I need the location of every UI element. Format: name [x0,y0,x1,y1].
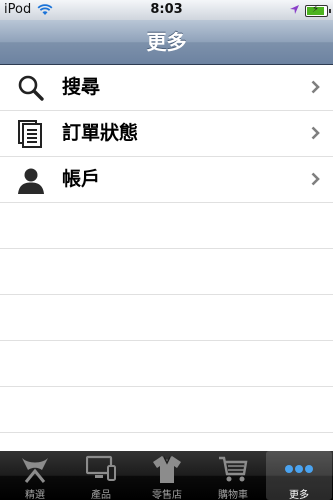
menu-item-account[interactable]: 帳戶 [0,157,333,203]
featured-icon [22,458,48,483]
tab-label: 精選 [25,490,45,501]
chevron-right-icon [311,172,320,186]
chevron-right-icon [311,126,320,140]
tab-label: 更多 [289,490,309,501]
page-title: 更多 [146,30,187,54]
status-time: 8:03 [150,2,183,17]
tab-retail-store[interactable]: 零售店 [134,451,200,501]
empty-row [0,387,333,433]
menu-item-label: 帳戶 [62,168,101,190]
cart-icon [219,456,248,482]
status-bar: iPod 8:03 ⚡ [0,0,333,20]
tab-products[interactable]: 產品 [68,451,134,501]
menu-item-search[interactable]: 搜尋 [0,65,333,111]
documents-icon [18,120,42,148]
battery-icon: ⚡ [305,4,331,17]
menu-item-label: 訂單狀態 [62,122,139,144]
empty-row [0,295,333,341]
devices-icon [86,455,116,481]
shirt-icon [153,456,181,483]
chevron-right-icon [311,80,320,94]
charging-icon: ⚡ [312,4,320,15]
more-menu-list: 搜尋 訂單狀態 帳戶 [0,65,333,203]
search-icon [18,75,44,101]
navigation-bar: 更多 [0,20,333,65]
tab-label: 購物車 [218,490,248,501]
menu-item-label: 搜尋 [62,76,101,98]
person-icon [18,168,44,194]
tab-more[interactable]: 更多 [266,451,332,501]
tab-label: 產品 [91,490,111,501]
location-arrow-icon [290,5,299,14]
empty-row [0,203,333,249]
tab-featured[interactable]: 精選 [2,451,68,501]
empty-row [0,341,333,387]
empty-row [0,249,333,295]
tab-label: 零售店 [152,490,182,501]
more-icon [285,465,313,473]
tab-cart[interactable]: 購物車 [200,451,266,501]
menu-item-order-status[interactable]: 訂單狀態 [0,111,333,157]
tab-bar: 精選 產品 零售店 購物車 更多 [0,451,333,501]
